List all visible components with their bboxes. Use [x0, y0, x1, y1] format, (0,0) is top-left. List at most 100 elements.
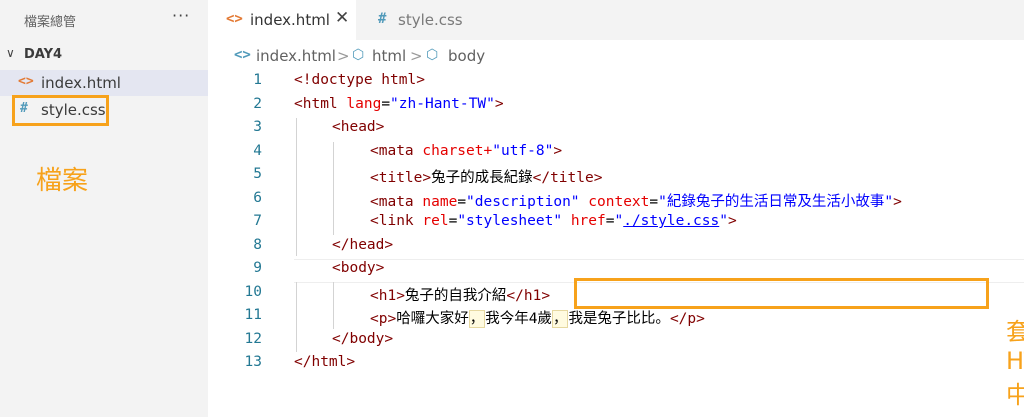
- code-line[interactable]: <mata name="description" context="紀錄兔子的生…: [370, 190, 902, 211]
- code-token: context: [588, 193, 650, 210]
- code-token: <body>: [332, 260, 385, 276]
- code-token: =: [457, 193, 467, 210]
- line-number: 1: [253, 72, 262, 88]
- code-token: =: [649, 193, 659, 210]
- indent-guide: [296, 282, 297, 352]
- code-token: "utf-8": [492, 142, 554, 159]
- code-token: </html>: [294, 354, 356, 370]
- html-file-icon: <>: [18, 74, 34, 89]
- breadcrumb: <> index.html > ⬡ html > ⬡ body: [208, 44, 1024, 68]
- code-token: 我今年4歲: [485, 311, 552, 327]
- highlight-box-link-tag: [574, 278, 989, 309]
- line-number: 13: [244, 354, 262, 370]
- code-line[interactable]: <body>: [332, 260, 384, 276]
- annotation-file: 檔案: [36, 166, 89, 196]
- code-token: 兔子的成長紀錄: [431, 170, 533, 186]
- code-editor[interactable]: 套入HTML中 1<!doctype html>2<html lang="zh-…: [208, 70, 1024, 417]
- chevron-down-icon: ∨: [6, 46, 15, 60]
- line-number: 11: [244, 307, 262, 323]
- line-number: 4: [253, 142, 262, 159]
- code-token: </title>: [532, 170, 603, 186]
- breadcrumb-item-html[interactable]: html: [372, 47, 406, 65]
- code-line[interactable]: <title>兔子的成長紀錄</title>: [370, 166, 602, 187]
- line-number: 8: [253, 236, 262, 253]
- code-token: <p>: [370, 311, 397, 327]
- code-token: "紀錄兔子的生活日常及生活小故事": [658, 193, 894, 210]
- breadcrumb-item-body[interactable]: body: [448, 47, 485, 65]
- code-line[interactable]: <head>: [332, 119, 384, 135]
- file-name: index.html: [41, 74, 121, 92]
- breadcrumb-separator: >: [337, 47, 350, 65]
- code-token: <mata: [370, 193, 423, 210]
- code-line[interactable]: <html lang="zh-Hant-TW">: [294, 96, 504, 112]
- code-token: >: [893, 193, 902, 210]
- code-token: 兔子的自我介紹: [404, 287, 507, 304]
- line-number: 6: [253, 189, 262, 206]
- code-token: rel: [422, 213, 449, 229]
- code-token: <html: [294, 95, 347, 112]
- file-index-html[interactable]: <> index.html: [0, 70, 208, 96]
- code-token: >: [553, 142, 563, 159]
- code-token: =: [381, 95, 391, 112]
- breadcrumb-item-index-html[interactable]: index.html: [256, 47, 336, 65]
- tab-index-html[interactable]: <> index.html ✕: [208, 0, 356, 40]
- code-line[interactable]: <mata charset+"utf-8">: [370, 143, 562, 159]
- indent-guide: [296, 118, 297, 256]
- code-token: "description": [466, 193, 580, 210]
- code-token: ，: [551, 310, 569, 328]
- html-file-icon: <>: [226, 11, 243, 27]
- indent-guide: [333, 142, 334, 235]
- code-token: ": [614, 213, 624, 229]
- element-icon: ⬡: [426, 47, 439, 63]
- code-token: <!doctype html>: [294, 72, 425, 88]
- code-line[interactable]: <!doctype html>: [294, 72, 425, 88]
- more-actions-icon[interactable]: ···: [172, 6, 190, 25]
- code-line[interactable]: </head>: [332, 237, 393, 253]
- code-token: "zh-Hant-TW": [390, 95, 495, 112]
- breadcrumb-separator: >: [410, 47, 423, 65]
- code-token: ": [719, 213, 728, 229]
- code-line[interactable]: </html>: [294, 354, 355, 370]
- explorer-title: 檔案總管: [24, 15, 77, 30]
- explorer-sidebar: 檔案總管 ··· ∨ DAY4 <> index.html # style.cs…: [0, 0, 208, 417]
- html-file-icon: <>: [234, 47, 251, 63]
- tab-label: index.html: [250, 11, 330, 29]
- code-line[interactable]: </body>: [332, 331, 393, 347]
- code-token: ，: [468, 310, 486, 328]
- code-token: </h1>: [506, 287, 551, 304]
- highlight-box-style-css: [12, 95, 109, 126]
- annotation-insert: 套入HTML中: [1006, 318, 1024, 409]
- code-token: <head>: [332, 119, 385, 135]
- line-number: 5: [253, 166, 262, 182]
- line-number: 9: [253, 260, 262, 276]
- tab-style-css[interactable]: # style.css: [358, 0, 476, 40]
- line-number: 3: [253, 119, 262, 135]
- explorer-header: 檔案總管 ···: [0, 0, 208, 40]
- element-icon: ⬡: [352, 47, 365, 63]
- line-number: 7: [253, 213, 262, 229]
- editor-tab-bar: <> index.html ✕ # style.css: [208, 0, 1024, 40]
- line-number: 12: [244, 330, 262, 347]
- code-line[interactable]: <h1>兔子的自我介紹</h1>: [370, 284, 550, 305]
- close-icon[interactable]: ✕: [335, 8, 349, 28]
- code-token: name: [422, 193, 458, 210]
- code-token: <link: [370, 213, 423, 229]
- indent-guide: [333, 282, 334, 329]
- code-line[interactable]: <p>哈囉大家好，我今年4歲，我是兔子比比。</p>: [370, 307, 705, 328]
- code-token: "stylesheet": [457, 213, 563, 229]
- code-token: charset+: [422, 142, 493, 159]
- code-token: </body>: [332, 330, 394, 347]
- line-number: 10: [244, 283, 262, 300]
- tab-label: style.css: [398, 11, 463, 29]
- code-token: <title>: [370, 170, 432, 186]
- code-token: href: [570, 213, 606, 229]
- code-token: >: [727, 213, 737, 229]
- folder-name: DAY4: [24, 47, 63, 62]
- code-token: lang: [346, 95, 382, 112]
- code-token: <h1>: [370, 287, 405, 304]
- code-line[interactable]: <link rel="stylesheet" href="./style.css…: [370, 213, 737, 229]
- folder-day4[interactable]: ∨ DAY4: [0, 44, 208, 66]
- code-token: 哈囉大家好: [396, 311, 469, 327]
